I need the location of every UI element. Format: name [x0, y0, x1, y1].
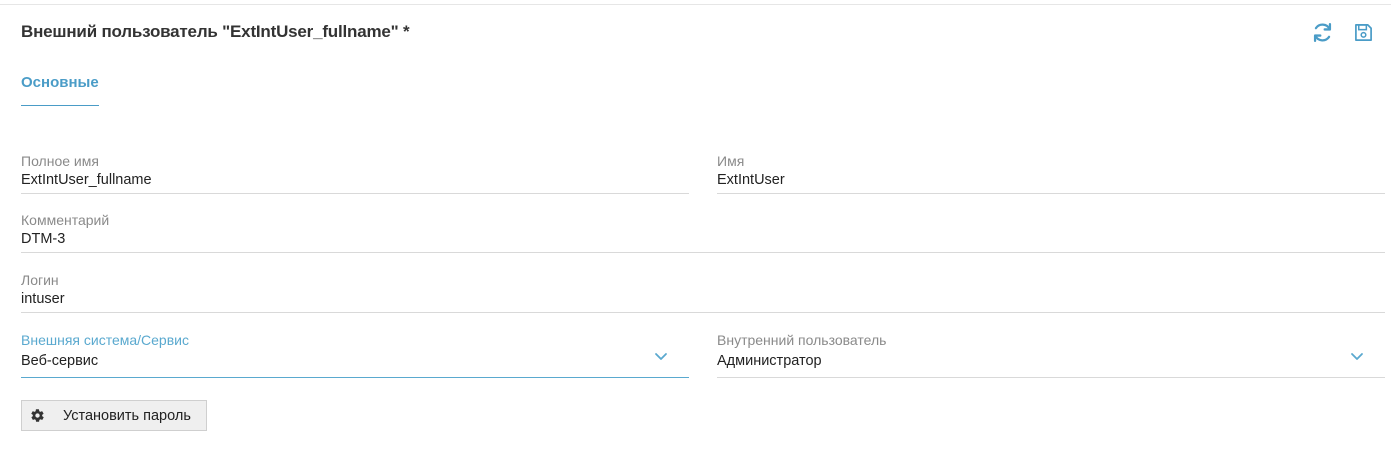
name-value[interactable]: ExtIntUser [717, 172, 785, 188]
login-value[interactable]: intuser [21, 291, 65, 307]
full-name-label: Полное имя [21, 153, 99, 169]
internal-user-value[interactable]: Администратор [717, 353, 822, 369]
form-header: Внешний пользователь "ExtIntUser_fullnam… [21, 20, 1374, 44]
tab-bar: Основные [21, 74, 99, 106]
set-password-label: Установить пароль [63, 407, 191, 424]
external-system-value[interactable]: Веб-сервис [21, 353, 98, 369]
login-field[interactable]: Логин intuser [21, 272, 1385, 313]
tab-main[interactable]: Основные [21, 74, 99, 106]
comment-label: Комментарий [21, 212, 110, 228]
internal-user-select[interactable]: Внутренний пользователь Администратор [717, 332, 1385, 378]
save-button[interactable] [1352, 21, 1374, 43]
external-system-select[interactable]: Внешняя система/Сервис Веб-сервис [21, 332, 689, 378]
name-label: Имя [717, 153, 745, 169]
save-icon [1354, 23, 1372, 41]
name-field[interactable]: Имя ExtIntUser [717, 153, 1385, 194]
refresh-button[interactable] [1311, 21, 1333, 43]
set-password-button[interactable]: Установить пароль [21, 400, 207, 431]
internal-user-label: Внутренний пользователь [717, 332, 887, 348]
full-name-value[interactable]: ExtIntUser_fullname [21, 172, 152, 188]
external-user-form-page: Внешний пользователь "ExtIntUser_fullnam… [0, 0, 1391, 449]
header-toolbar [1311, 21, 1374, 43]
comment-field[interactable]: Комментарий DTM-3 [21, 212, 1385, 253]
chevron-down-icon[interactable] [1350, 352, 1364, 362]
gear-icon [29, 408, 45, 424]
top-divider [0, 4, 1391, 5]
chevron-down-icon[interactable] [654, 352, 668, 362]
refresh-icon [1313, 22, 1331, 42]
comment-value[interactable]: DTM-3 [21, 231, 65, 247]
external-system-label: Внешняя система/Сервис [21, 332, 189, 348]
full-name-field[interactable]: Полное имя ExtIntUser_fullname [21, 153, 689, 194]
page-title: Внешний пользователь "ExtIntUser_fullnam… [21, 22, 410, 41]
login-label: Логин [21, 272, 59, 288]
